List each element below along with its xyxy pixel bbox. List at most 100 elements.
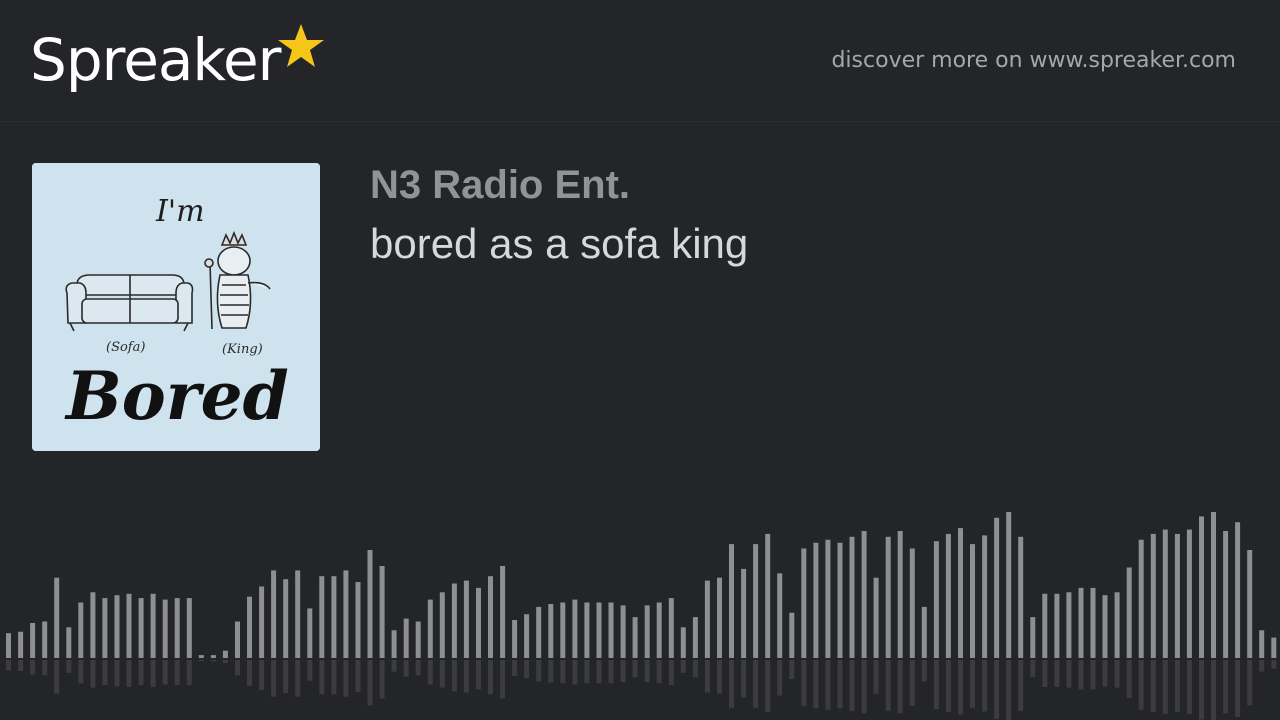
waveform-bar-reflection bbox=[18, 660, 24, 671]
waveform-bar bbox=[777, 573, 783, 658]
waveform-bar-reflection bbox=[1006, 660, 1012, 720]
spreaker-logo[interactable]: Spreaker bbox=[30, 22, 326, 98]
waveform-bar-reflection bbox=[66, 660, 72, 673]
waveform-bar-reflection bbox=[837, 660, 843, 709]
waveform-bar bbox=[1223, 531, 1229, 658]
waveform-bar-reflection bbox=[777, 660, 783, 696]
waveform-bar-reflection bbox=[680, 660, 686, 673]
waveform-bar bbox=[1054, 593, 1060, 658]
cover-text-bored: Bored bbox=[64, 357, 289, 435]
waveform-bar bbox=[970, 544, 975, 658]
waveform-bar bbox=[644, 605, 650, 658]
waveform-bar bbox=[789, 612, 795, 658]
waveform-bar-reflection bbox=[90, 660, 96, 688]
waveform-bar-reflection bbox=[1174, 660, 1180, 713]
waveform-bar-reflection bbox=[1150, 660, 1156, 713]
waveform-bar bbox=[500, 566, 506, 658]
waveform-bar bbox=[656, 602, 662, 658]
waveform-bar-reflection bbox=[1042, 660, 1048, 687]
waveform-bar bbox=[620, 605, 626, 658]
waveform-bar-reflection bbox=[729, 660, 734, 708]
waveform-bar bbox=[391, 630, 397, 658]
waveform-bar bbox=[837, 542, 843, 658]
audio-waveform[interactable] bbox=[0, 490, 1280, 720]
waveform-bar bbox=[307, 608, 313, 658]
waveform-bar bbox=[1199, 516, 1204, 658]
waveform-bar bbox=[427, 599, 433, 658]
waveform-bar bbox=[1066, 592, 1072, 658]
waveform-bar-reflection bbox=[391, 660, 397, 672]
waveform-bar-reflection bbox=[704, 660, 710, 693]
waveform-bar bbox=[6, 633, 11, 658]
discover-more-link[interactable]: discover more on www.spreaker.com bbox=[831, 44, 1236, 78]
show-title[interactable]: N3 Radio Ent. bbox=[370, 160, 630, 210]
waveform-bar-reflection bbox=[584, 660, 590, 684]
star-icon bbox=[278, 24, 325, 67]
waveform-bar-reflection bbox=[162, 660, 168, 685]
waveform-bar-reflection bbox=[620, 660, 626, 683]
waveform-bar bbox=[1138, 539, 1144, 658]
waveform-bar-reflection bbox=[994, 660, 1000, 719]
waveform-bar-reflection bbox=[343, 660, 349, 697]
waveform-bar-reflection bbox=[476, 660, 481, 690]
waveform-bar bbox=[259, 586, 265, 658]
waveform-bar bbox=[861, 531, 867, 658]
waveform-bar-reflection bbox=[970, 660, 975, 708]
waveform-bar bbox=[982, 535, 988, 658]
waveform-bar-reflection bbox=[488, 660, 493, 695]
waveform-bar bbox=[451, 583, 457, 658]
waveform-bar bbox=[355, 582, 361, 658]
waveform-bar-reflection bbox=[982, 660, 988, 712]
waveform-bar-reflection bbox=[801, 660, 807, 706]
waveform-bar-reflection bbox=[1018, 660, 1024, 711]
waveform-bar bbox=[138, 598, 144, 658]
waveform-bar bbox=[415, 621, 421, 658]
waveform-bar-reflection bbox=[632, 660, 638, 678]
waveform-bar bbox=[210, 655, 216, 658]
waveform-bar-reflection bbox=[42, 660, 48, 676]
waveform-bar-reflection bbox=[789, 660, 795, 679]
waveform-bar-reflection bbox=[126, 660, 132, 687]
waveform-bar-reflection bbox=[741, 660, 747, 698]
waveform-bar-reflection bbox=[1235, 660, 1241, 717]
waveform-bar-reflection bbox=[439, 660, 445, 688]
waveform-bar bbox=[18, 631, 24, 658]
waveform-bar-reflection bbox=[560, 660, 566, 684]
waveform-bar-reflection bbox=[1247, 660, 1253, 706]
waveform-bar bbox=[680, 627, 686, 658]
waveform-bar-reflection bbox=[1090, 660, 1096, 690]
waveform-bar-reflection bbox=[572, 660, 578, 685]
waveform-bar bbox=[825, 539, 831, 658]
waveform-bar-reflection bbox=[247, 660, 252, 686]
waveform-bar bbox=[1126, 567, 1132, 658]
waveform-bar-reflection bbox=[500, 660, 506, 699]
waveform-bar bbox=[801, 548, 807, 658]
waveform-bar-reflection bbox=[235, 660, 240, 676]
cover-text-king: (King) bbox=[222, 342, 263, 357]
waveform-bar bbox=[1018, 536, 1024, 658]
waveform-bar bbox=[897, 531, 903, 658]
waveform-bar bbox=[198, 655, 204, 658]
waveform-bar bbox=[30, 623, 36, 658]
waveform-bar-reflection bbox=[210, 660, 216, 662]
waveform-bar bbox=[1259, 630, 1265, 658]
waveform-bar bbox=[403, 618, 409, 658]
waveform-bar bbox=[235, 621, 240, 658]
waveform-bar-reflection bbox=[138, 660, 144, 686]
waveform-bar bbox=[921, 606, 927, 658]
waveform-bar bbox=[283, 579, 289, 658]
waveform-bar bbox=[849, 536, 855, 658]
waveform-bar bbox=[717, 577, 722, 658]
waveform-bar-reflection bbox=[1078, 660, 1084, 690]
waveform-bar-reflection bbox=[1114, 660, 1120, 688]
waveform-bar bbox=[572, 599, 578, 658]
waveform-bar bbox=[1186, 529, 1192, 658]
waveform-bar-reflection bbox=[6, 660, 11, 671]
waveform-bar-reflection bbox=[1126, 660, 1132, 698]
waveform-bar bbox=[1090, 587, 1096, 658]
waveform-bar bbox=[331, 576, 337, 658]
episode-title[interactable]: bored as a sofa king bbox=[370, 218, 748, 270]
waveform-bar bbox=[379, 566, 385, 658]
waveform-bar-reflection bbox=[102, 660, 108, 686]
waveform-bar-reflection bbox=[198, 660, 204, 662]
